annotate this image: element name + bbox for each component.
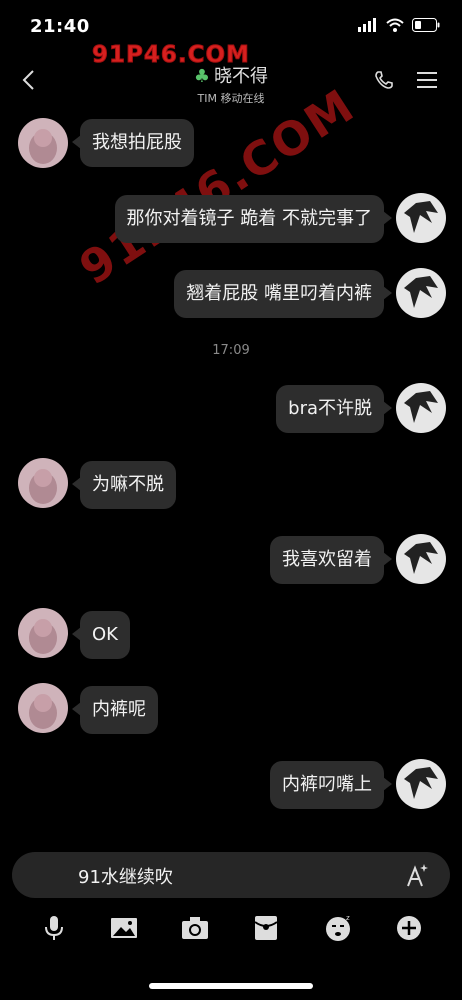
chat-timestamp: 17:09 [212,343,250,358]
image-icon[interactable] [110,914,138,942]
message-bubble-outgoing[interactable]: 那你对着镜子 跪着 不就完事了 [114,195,393,243]
font-size-icon[interactable] [400,862,430,888]
my-avatar[interactable] [396,383,446,433]
svg-text:z: z [346,914,350,922]
message-bubble-outgoing[interactable]: 我喜欢留着 [270,536,392,584]
message-bubble-outgoing[interactable]: 翘着屁股 嘴里叼着内裤 [174,270,392,318]
contact-avatar[interactable] [18,683,68,733]
emoji-icon[interactable]: z [324,914,352,942]
red-packet-icon[interactable] [252,914,280,942]
message-bubble-incoming[interactable]: 为嘛不脱 [72,461,176,509]
status-icons [358,18,440,32]
input-toolbar: z [0,906,462,950]
status-time: 21:40 [30,16,90,37]
leaf-icon: ♣ [193,66,211,87]
signal-icon [358,18,376,32]
message-bubble-incoming[interactable]: OK [72,611,130,659]
my-avatar[interactable] [396,759,446,809]
battery-icon [412,18,440,32]
menu-icon[interactable] [416,70,438,90]
message-bubble-outgoing[interactable]: 内裤叼嘴上 [270,761,392,809]
contact-avatar[interactable] [18,458,68,508]
microphone-icon[interactable] [40,914,68,942]
message-bubble-incoming[interactable]: 我想拍屁股 [72,119,194,167]
contact-status: TIM 移动在线 [197,92,265,105]
camera-icon[interactable] [181,914,209,942]
contact-avatar[interactable] [18,608,68,658]
plus-icon[interactable] [395,914,423,942]
message-bubble-incoming[interactable]: 内裤呢 [72,686,158,734]
my-avatar[interactable] [396,268,446,318]
message-input-bar [12,852,450,900]
phone-icon[interactable] [374,70,394,90]
message-bubble-outgoing[interactable]: bra不许脱 [276,385,392,433]
home-indicator[interactable] [149,983,313,989]
my-avatar[interactable] [396,193,446,243]
contact-avatar[interactable] [18,118,68,168]
my-avatar[interactable] [396,534,446,584]
contact-name-text: 晓不得 [214,66,269,87]
wifi-icon [386,18,404,32]
message-input[interactable] [76,852,380,900]
watermark-top: 91P46.COM [92,42,250,69]
watermark-diagonal: 91P46.COM [70,77,365,296]
